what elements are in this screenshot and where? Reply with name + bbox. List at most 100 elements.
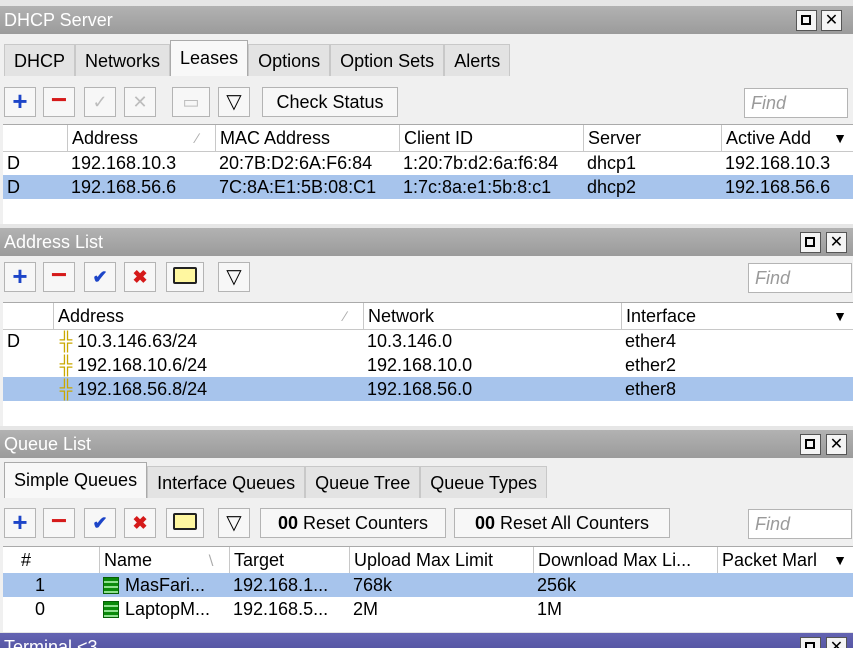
close-button[interactable]: ✕ — [826, 232, 847, 253]
name-cell: LaptopM... — [99, 597, 229, 621]
comment-icon — [173, 267, 197, 284]
enable-button[interactable]: ✔ — [84, 508, 116, 538]
comment-button[interactable] — [166, 262, 204, 292]
table-header: Address ∕ MAC Address Client ID Server Ac… — [3, 125, 853, 152]
dhcp-tabs: DHCP Networks Leases Options Option Sets… — [4, 40, 511, 76]
upload-cell: 768k — [353, 575, 393, 595]
remove-button[interactable]: − — [43, 86, 75, 117]
close-button[interactable]: ✕ — [821, 10, 842, 31]
comment-button[interactable]: ▭ — [172, 87, 210, 117]
interface-cell: ether8 — [625, 379, 677, 399]
name-cell: MasFari... — [99, 573, 229, 597]
tab-queue-tree[interactable]: Queue Tree — [305, 466, 421, 498]
maximize-button[interactable] — [800, 232, 821, 253]
maximize-button[interactable] — [800, 434, 821, 455]
column-header-address[interactable]: Address ∕ — [67, 125, 215, 151]
column-chooser-icon[interactable]: ▼ — [833, 547, 847, 573]
column-header-server[interactable]: Server — [583, 125, 721, 151]
flag-cell — [3, 377, 53, 401]
column-header-number[interactable]: # — [3, 547, 49, 573]
target-cell: 192.168.1... — [233, 575, 329, 595]
sort-asc-icon: ∕ — [344, 308, 347, 324]
tab-alerts[interactable]: Alerts — [444, 44, 511, 76]
filter-icon: ▽ — [226, 91, 242, 113]
remove-button[interactable]: − — [43, 507, 75, 538]
network-cell: 10.3.146.0 — [367, 331, 453, 351]
table-row[interactable]: 0 LaptopM... 192.168.5... 2M 1M — [3, 597, 853, 621]
close-button[interactable]: ✕ — [826, 434, 847, 455]
close-button[interactable]: ✕ — [826, 637, 847, 648]
reset-all-counters-button[interactable]: 00 Reset All Counters — [454, 508, 670, 538]
comment-icon: ▭ — [182, 92, 200, 112]
flag-cell: D — [7, 177, 20, 197]
column-chooser-icon[interactable]: ▼ — [833, 303, 847, 329]
address-table: Address ∕ Network Interface ▼ D ╬ 10.3.146… — [3, 302, 853, 426]
column-header-client-id[interactable]: Client ID — [399, 125, 583, 151]
filter-button[interactable]: ▽ — [218, 262, 250, 292]
column-chooser-icon[interactable]: ▼ — [833, 125, 847, 151]
filter-button[interactable]: ▽ — [218, 508, 250, 538]
tab-networks[interactable]: Networks — [75, 44, 171, 76]
column-header-address[interactable]: Address ∕ — [53, 303, 363, 329]
address-list-window: Address List ✕ + − ✔ ✖ ▽ Find Address ∕ N… — [0, 228, 853, 426]
active-address-cell: 192.168.56.6 — [725, 177, 831, 197]
queue-list-title-bar[interactable]: Queue List — [0, 430, 853, 458]
active-address-cell: 192.168.10.3 — [725, 153, 831, 173]
check-status-button[interactable]: Check Status — [262, 87, 398, 117]
download-cell: 1M — [537, 599, 563, 619]
tab-simple-queues[interactable]: Simple Queues — [4, 462, 148, 498]
tab-leases[interactable]: Leases — [170, 40, 249, 76]
reset-counters-button[interactable]: 00 Reset Counters — [260, 508, 446, 538]
tab-dhcp[interactable]: DHCP — [4, 44, 76, 76]
comment-button[interactable] — [166, 508, 204, 538]
server-cell: dhcp2 — [587, 177, 637, 197]
maximize-button[interactable] — [796, 10, 817, 31]
column-header-mac-address[interactable]: MAC Address — [215, 125, 399, 151]
column-header-target[interactable]: Target — [229, 547, 349, 573]
tab-queue-types[interactable]: Queue Types — [420, 466, 547, 498]
find-input[interactable]: Find — [748, 509, 852, 539]
column-header-download-max-limit[interactable]: Download Max Li... — [533, 547, 717, 573]
address-cell: 192.168.10.3 — [71, 153, 177, 173]
disable-button[interactable]: ✖ — [124, 508, 156, 538]
filter-button[interactable]: ▽ — [218, 87, 250, 117]
tab-options[interactable]: Options — [248, 44, 331, 76]
network-cell: 192.168.10.0 — [367, 355, 473, 375]
column-header-interface[interactable]: Interface — [621, 303, 853, 329]
table-row[interactable]: D 192.168.10.3 20:7B:D2:6A:F6:84 1:20:7b… — [3, 151, 853, 175]
interface-cell: ether2 — [625, 355, 677, 375]
enable-button[interactable]: ✔ — [84, 262, 116, 292]
table-row[interactable]: 1 MasFari... 192.168.1... 768k 256k — [3, 573, 853, 597]
table-header: # Name ∖ Target Upload Max Limit Download… — [3, 547, 853, 574]
add-button[interactable]: + — [4, 508, 36, 538]
column-header-packet-marks[interactable]: Packet Marl — [717, 547, 825, 573]
maximize-button[interactable] — [800, 637, 821, 648]
comment-icon — [173, 513, 197, 530]
terminal-title-bar[interactable]: Terminal <3 — [0, 633, 853, 648]
column-header-upload-max-limit[interactable]: Upload Max Limit — [349, 547, 533, 573]
flag-cell: D — [7, 153, 20, 173]
dhcp-title-bar[interactable]: DHCP Server — [0, 6, 853, 34]
column-header-name[interactable]: Name ∖ — [99, 547, 229, 573]
add-button[interactable]: + — [4, 262, 36, 292]
disable-button[interactable]: ✕ — [124, 87, 156, 117]
table-header: Address ∕ Network Interface ▼ — [3, 303, 853, 330]
tab-option-sets[interactable]: Option Sets — [330, 44, 445, 76]
download-cell: 256k — [537, 575, 577, 595]
number-cell: 0 — [34, 599, 45, 619]
tab-interface-queues[interactable]: Interface Queues — [147, 466, 306, 498]
address-list-title-bar[interactable]: Address List — [0, 228, 853, 256]
table-row[interactable]: ╬ 192.168.56.8/24 192.168.56.0 ether8 — [3, 377, 853, 401]
ip-address-icon: ╬ — [59, 355, 73, 375]
column-header-network[interactable]: Network — [363, 303, 621, 329]
table-row[interactable]: D ╬ 10.3.146.63/24 10.3.146.0 ether4 — [3, 329, 853, 353]
queue-toolbar: + − ✔ ✖ ▽ 00 Reset Counters 00 Reset All… — [0, 504, 853, 540]
find-input[interactable]: Find — [748, 263, 852, 293]
disable-button[interactable]: ✖ — [124, 262, 156, 292]
find-input[interactable]: Find — [744, 88, 848, 118]
remove-button[interactable]: − — [43, 261, 75, 292]
add-button[interactable]: + — [4, 87, 36, 117]
table-row[interactable]: ╬ 192.168.10.6/24 192.168.10.0 ether2 — [3, 353, 853, 377]
enable-button[interactable]: ✓ — [84, 87, 116, 117]
table-row[interactable]: D 192.168.56.6 7C:8A:E1:5B:08:C1 1:7c:8a… — [3, 175, 853, 199]
